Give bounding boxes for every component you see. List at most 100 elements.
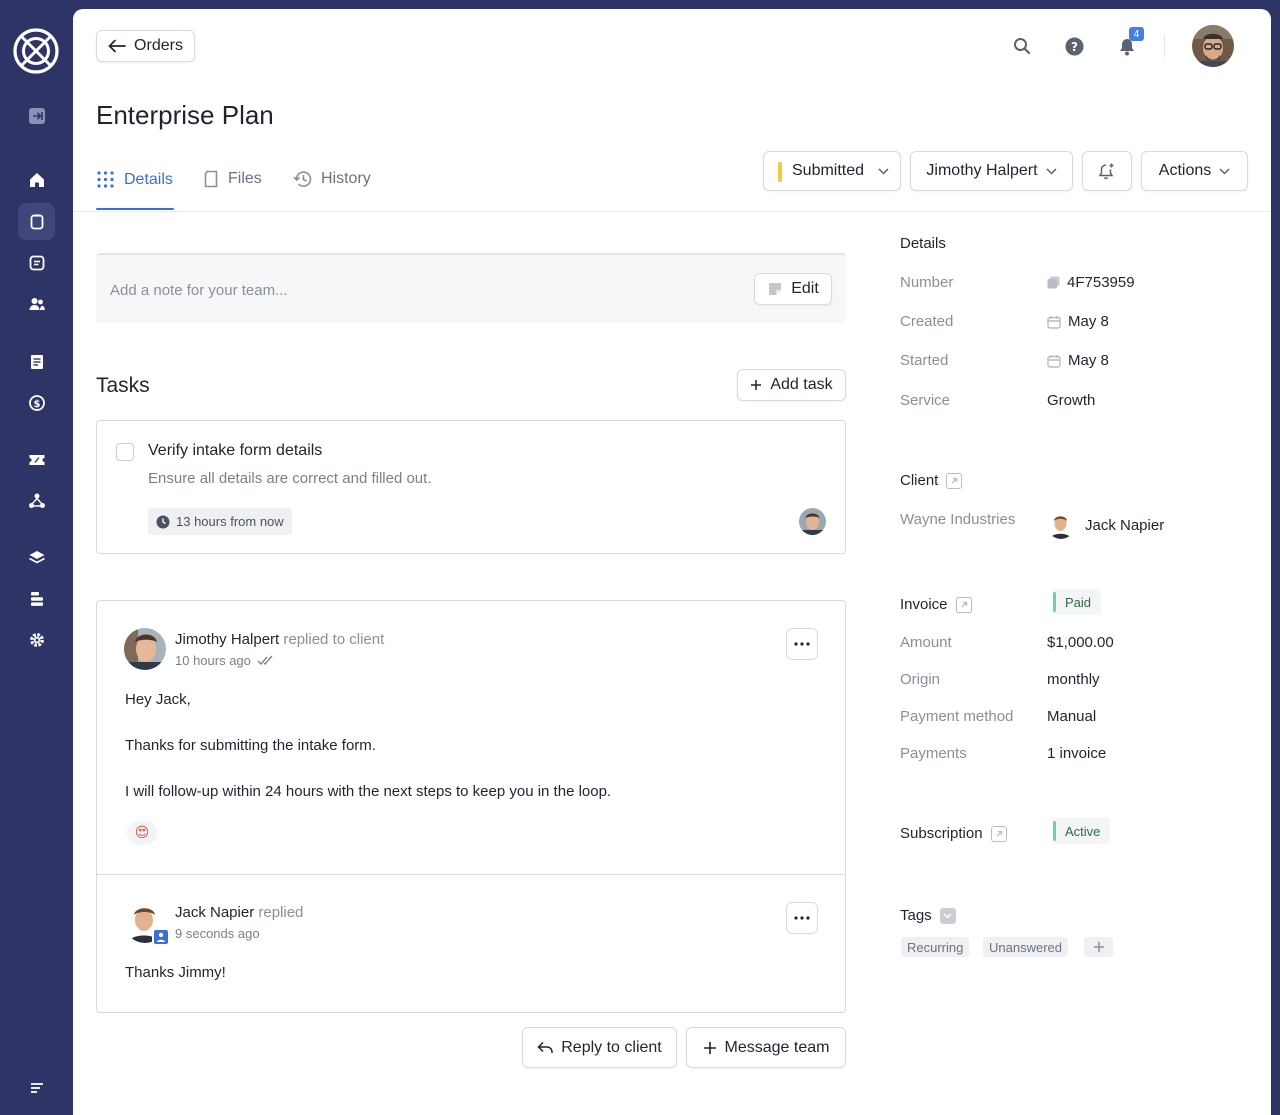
task-assignee-avatar[interactable]	[799, 508, 826, 535]
message-more-button[interactable]	[786, 902, 818, 934]
task-due-chip[interactable]: 13 hours from now	[148, 508, 292, 535]
amount-label: Amount	[900, 634, 952, 651]
payments-icon[interactable]: $	[18, 384, 55, 421]
message-more-button[interactable]	[786, 628, 818, 660]
client-section-title: Client	[900, 472, 963, 489]
invoices-icon[interactable]	[18, 343, 55, 380]
number-value[interactable]: 4F753959	[1047, 274, 1135, 291]
more-horizontal-icon	[794, 642, 810, 646]
notification-count-badge: 4	[1129, 27, 1144, 41]
message-line: Thanks for submitting the intake form.	[125, 737, 376, 754]
message-reaction[interactable]: 😍	[127, 821, 157, 845]
chevron-down-icon[interactable]	[939, 907, 956, 924]
assignee-dropdown-label: Jimothy Halpert	[926, 162, 1038, 179]
bell-icon[interactable]: 4	[1116, 27, 1144, 57]
created-date: May 8	[1068, 313, 1109, 330]
search-icon[interactable]	[1011, 35, 1033, 57]
team-note[interactable]: Add a note for your team... Edit	[96, 253, 846, 323]
message-line: Hey Jack,	[125, 691, 191, 708]
task-item: Verify intake form details Ensure all de…	[96, 420, 846, 554]
back-button[interactable]: Orders	[96, 30, 195, 62]
details-section-title: Details	[900, 235, 946, 252]
edit-note-button[interactable]: Edit	[754, 273, 832, 305]
actions-dropdown[interactable]: Actions	[1141, 151, 1248, 191]
external-link-icon[interactable]	[990, 825, 1007, 842]
add-task-button[interactable]: Add task	[737, 369, 846, 401]
tab-details[interactable]: Details	[96, 170, 173, 189]
task-title[interactable]: Verify intake form details	[148, 442, 322, 460]
back-button-label: Orders	[134, 37, 183, 54]
created-value: May 8	[1047, 313, 1109, 330]
coupons-icon[interactable]	[18, 441, 55, 478]
clients-icon[interactable]	[18, 285, 55, 322]
reply-to-client-button[interactable]: Reply to client	[522, 1027, 677, 1068]
message-author[interactable]: Jimothy Halpert	[175, 631, 279, 648]
menu-icon[interactable]	[18, 1069, 55, 1106]
affiliates-icon[interactable]	[18, 482, 55, 519]
messages-icon[interactable]	[18, 244, 55, 281]
services-icon[interactable]	[18, 539, 55, 576]
message-author[interactable]: Jack Napier	[175, 904, 254, 921]
orders-icon[interactable]	[18, 203, 55, 240]
tasks-title: Tasks	[96, 374, 150, 397]
tag-item[interactable]: Unanswered	[983, 937, 1068, 957]
service-label: Service	[900, 392, 951, 409]
message-time-label: 9 seconds ago	[175, 926, 260, 941]
app-logo[interactable]	[13, 28, 59, 74]
tab-files[interactable]: Files	[203, 170, 262, 188]
task-checkbox[interactable]	[116, 443, 134, 461]
service-value[interactable]: Growth	[1047, 392, 1095, 409]
chevron-down-icon	[1219, 167, 1230, 175]
message-line: Thanks Jimmy!	[125, 964, 226, 981]
status-dropdown-label: Submitted	[792, 162, 865, 179]
tags-section-title: Tags	[900, 907, 956, 924]
message-team-label: Message team	[724, 1038, 830, 1056]
started-value: May 8	[1047, 352, 1109, 369]
external-link-icon[interactable]	[955, 596, 972, 613]
message-team-button[interactable]: Message team	[686, 1027, 846, 1068]
payments-value[interactable]: 1 invoice	[1047, 745, 1106, 762]
user-avatar[interactable]	[1192, 25, 1234, 67]
bell-plus-icon	[1098, 163, 1114, 180]
task-due-label: 13 hours from now	[176, 514, 284, 529]
help-icon[interactable]: ?	[1063, 35, 1085, 57]
tab-details-label: Details	[124, 170, 173, 188]
active-tab-indicator	[96, 208, 174, 210]
message-header: Jack Napier replied	[175, 904, 303, 921]
tab-files-label: Files	[228, 170, 262, 187]
user-icon	[157, 932, 165, 942]
reaction-emoji: 😍	[134, 825, 150, 841]
header-divider-line	[73, 211, 1271, 212]
reminder-button[interactable]	[1082, 151, 1132, 191]
assignee-dropdown[interactable]: Jimothy Halpert	[910, 151, 1073, 191]
external-link-icon[interactable]	[946, 472, 963, 489]
more-horizontal-icon	[794, 916, 810, 920]
invoice-title: Invoice	[900, 596, 948, 613]
message-time-label: 10 hours ago	[175, 653, 251, 668]
collapse-icon[interactable]	[18, 97, 55, 134]
home-icon[interactable]	[18, 161, 55, 198]
stack-icon[interactable]	[18, 580, 55, 617]
settings-icon[interactable]	[18, 621, 55, 658]
client-contact[interactable]: Jack Napier	[1047, 511, 1164, 539]
add-tag-button[interactable]	[1084, 937, 1113, 957]
subscription-status-badge: Active	[1053, 818, 1111, 844]
calendar-icon	[1047, 315, 1061, 329]
status-color-indicator	[778, 162, 782, 182]
message-author-avatar[interactable]	[124, 628, 166, 670]
edit-note-label: Edit	[791, 280, 819, 297]
copy-icon[interactable]	[1047, 276, 1060, 289]
order-number: 4F753959	[1067, 274, 1135, 291]
status-dropdown[interactable]: Submitted	[763, 151, 901, 191]
tag-item[interactable]: Recurring	[901, 937, 970, 957]
dots-grid-icon	[97, 171, 114, 188]
tab-history[interactable]: History	[293, 170, 371, 188]
page-title: Enterprise Plan	[96, 100, 274, 130]
message-divider	[97, 874, 845, 875]
started-label: Started	[900, 352, 949, 369]
client-name: Jack Napier	[1085, 516, 1165, 534]
header-divider	[1164, 35, 1165, 57]
subscription-title: Subscription	[900, 825, 983, 842]
team-note-placeholder: Add a note for your team...	[110, 282, 288, 299]
sidebar: $	[0, 0, 73, 1115]
